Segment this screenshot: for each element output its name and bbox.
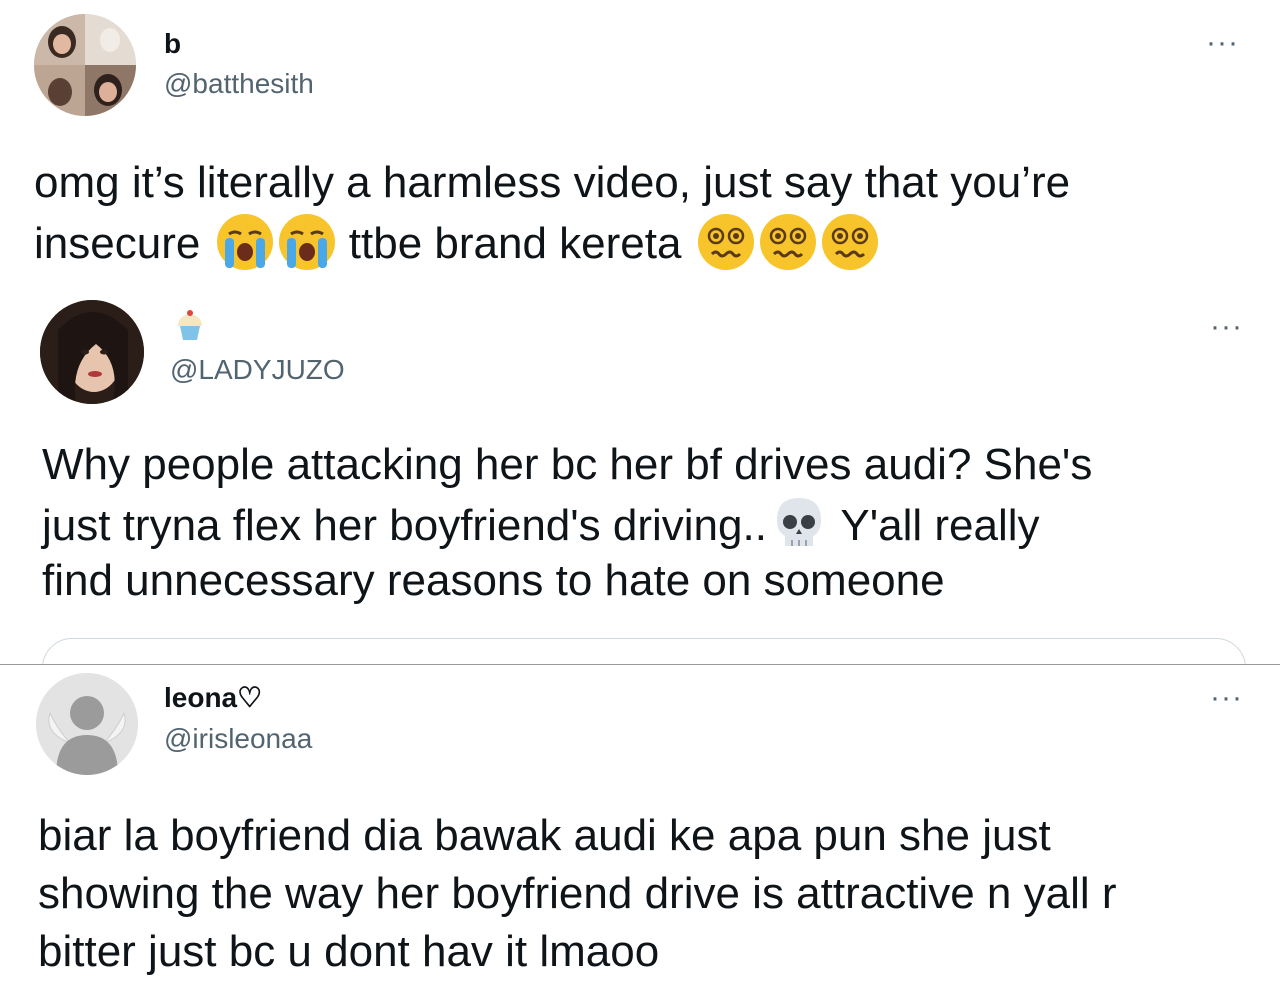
- tweet-text-line-3: find unnecessary reasons to hate on some…: [42, 556, 945, 605]
- display-name[interactable]: b: [164, 28, 181, 60]
- avatar-photo-icon: [34, 14, 136, 116]
- tweet-text-line-2: showing the way her boyfriend drive is a…: [38, 869, 1117, 918]
- tweet-text-line-1: omg it’s literally a harmless video, jus…: [34, 158, 1071, 207]
- tweet-card-batthesith[interactable]: b @batthesith ··· omg it’s literally a h…: [0, 0, 1280, 286]
- avatar-angel-icon: [36, 673, 138, 775]
- woozy-face-emoji: [759, 214, 816, 270]
- tweet-text-segment: Y'all really: [840, 501, 1040, 550]
- tweet-text-segment: just tryna flex her boyfriend's driving.…: [42, 501, 767, 550]
- more-options-icon[interactable]: ···: [1210, 683, 1243, 713]
- tweet-card-ladyjuzo[interactable]: @LADYJUZO ··· Why people attacking her b…: [0, 286, 1280, 664]
- avatar-irisleonaa[interactable]: [36, 673, 138, 775]
- avatar-photo-icon: [40, 300, 144, 404]
- loudly-crying-face-emoji: [216, 214, 273, 270]
- user-handle[interactable]: @LADYJUZO: [170, 354, 345, 386]
- woozy-face-emoji: [821, 214, 878, 270]
- tweet-text-segment: ttbe brand kereta: [348, 219, 682, 268]
- user-handle[interactable]: @irisleonaa: [164, 723, 312, 755]
- tweet-card-irisleonaa[interactable]: leona♡ @irisleonaa ··· biar la boyfriend…: [0, 665, 1280, 1000]
- tweet-text-line-3: bitter just bc u dont hav it lmaoo: [38, 927, 660, 976]
- loudly-crying-face-emoji: [278, 214, 335, 270]
- more-options-icon[interactable]: ···: [1206, 28, 1239, 58]
- avatar-batthesith[interactable]: [34, 14, 136, 116]
- display-name[interactable]: leona♡: [164, 681, 262, 714]
- tweet-text-line-2: insecure ttbe brand kereta: [34, 212, 880, 273]
- avatar-ladyjuzo[interactable]: [40, 300, 144, 404]
- more-options-icon[interactable]: ···: [1210, 312, 1243, 342]
- user-handle[interactable]: @batthesith: [164, 68, 314, 100]
- woozy-face-emoji: [697, 214, 754, 270]
- quoted-tweet-card[interactable]: [42, 638, 1246, 664]
- tweet-text-line-2: just tryna flex her boyfriend's driving.…: [42, 494, 1040, 555]
- cupcake-emoji: [178, 310, 202, 340]
- tweet-text-segment: insecure: [34, 219, 201, 268]
- tweet-text-line-1: Why people attacking her bc her bf drive…: [42, 440, 1093, 489]
- tweet-text-line-1: biar la boyfriend dia bawak audi ke apa …: [38, 811, 1051, 860]
- skull-emoji: [776, 498, 821, 546]
